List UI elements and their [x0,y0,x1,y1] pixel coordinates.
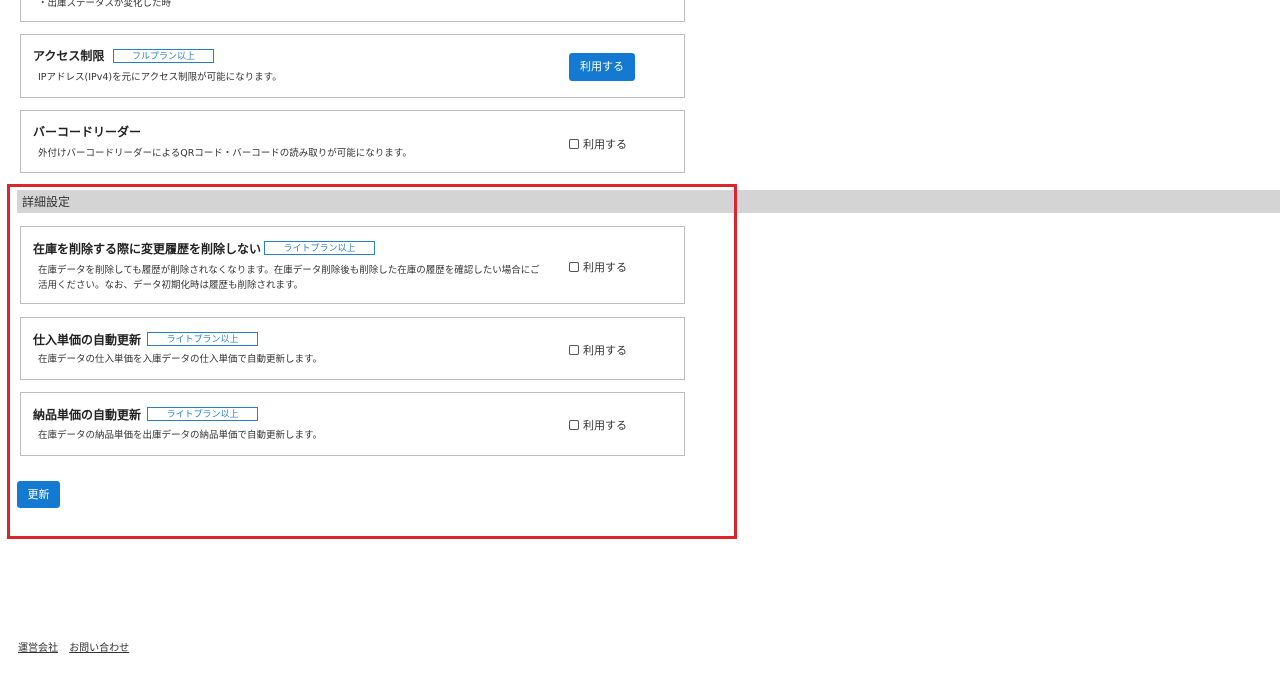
access-control-title: アクセス制限 [33,49,105,63]
update-button[interactable]: 更新 [17,481,60,508]
contact-link[interactable]: お問い合わせ [69,643,129,654]
barcode-reader-toggle[interactable]: 利用する [569,136,627,152]
use-button[interactable]: 利用する [569,53,635,81]
access-control-desc: IPアドレス(IPv4)を元にアクセス制限が可能になります。 [38,72,282,83]
keep-history-desc: 在庫データを削除しても履歴が削除されなくなります。在庫データ削除後も削除した在庫… [38,265,540,291]
access-control-card: アクセス制限 フルプラン以上 IPアドレス(IPv4)を元にアクセス制限が可能に… [20,34,685,98]
plan-badge: ライトプラン以上 [147,407,258,421]
plan-badge: ライトプラン以上 [264,241,375,255]
plan-badge: フルプラン以上 [113,49,214,63]
checkbox[interactable] [569,139,579,149]
delivery-price-title: 納品単価の自動更新 [33,408,142,422]
checkbox[interactable] [569,262,579,272]
purchase-price-title: 仕入単価の自動更新 [33,333,142,347]
delivery-price-desc: 在庫データの納品単価を出庫データの納品単価で自動更新します。 [38,430,323,441]
purchase-price-toggle[interactable]: 利用する [569,342,627,358]
checkbox[interactable] [569,345,579,355]
checkbox-label: 利用する [583,344,627,357]
barcode-reader-title: バーコードリーダー [33,125,142,139]
barcode-reader-card: バーコードリーダー 外付けバーコードリーダーによるQRコード・バーコードの読み取… [20,110,685,173]
notification-card: ・出庫ステータスが変化した時 [20,0,685,22]
section-title: 詳細設定 [22,195,71,209]
keep-history-toggle[interactable]: 利用する [569,259,627,275]
barcode-reader-desc: 外付けバーコードリーダーによるQRコード・バーコードの読み取りが可能になります。 [38,148,412,159]
access-control-action: 利用する [569,53,635,81]
footer: 運営会社 お問い合わせ [18,639,137,654]
delivery-price-toggle[interactable]: 利用する [569,417,627,433]
checkbox-label: 利用する [583,261,627,274]
section-header: 詳細設定 [17,190,1280,213]
notification-desc: ・出庫ステータスが変化した時 [38,0,172,9]
checkbox-label: 利用する [583,419,627,432]
settings-page: ・出庫ステータスが変化した時 アクセス制限 フルプラン以上 IPアドレス(IPv… [0,0,1280,688]
plan-badge: ライトプラン以上 [147,332,258,346]
checkbox-label: 利用する [583,138,627,151]
checkbox[interactable] [569,420,579,430]
delivery-price-card: 納品単価の自動更新 ライトプラン以上 在庫データの納品単価を出庫データの納品単価… [20,392,685,456]
purchase-price-card: 仕入単価の自動更新 ライトプラン以上 在庫データの仕入単価を入庫データの仕入単価… [20,317,685,380]
purchase-price-desc: 在庫データの仕入単価を入庫データの仕入単価で自動更新します。 [38,354,323,365]
keep-history-title: 在庫を削除する際に変更履歴を削除しない [33,242,262,256]
company-link[interactable]: 運営会社 [18,643,58,654]
keep-history-card: 在庫を削除する際に変更履歴を削除しない ライトプラン以上 在庫データを削除しても… [20,226,685,304]
